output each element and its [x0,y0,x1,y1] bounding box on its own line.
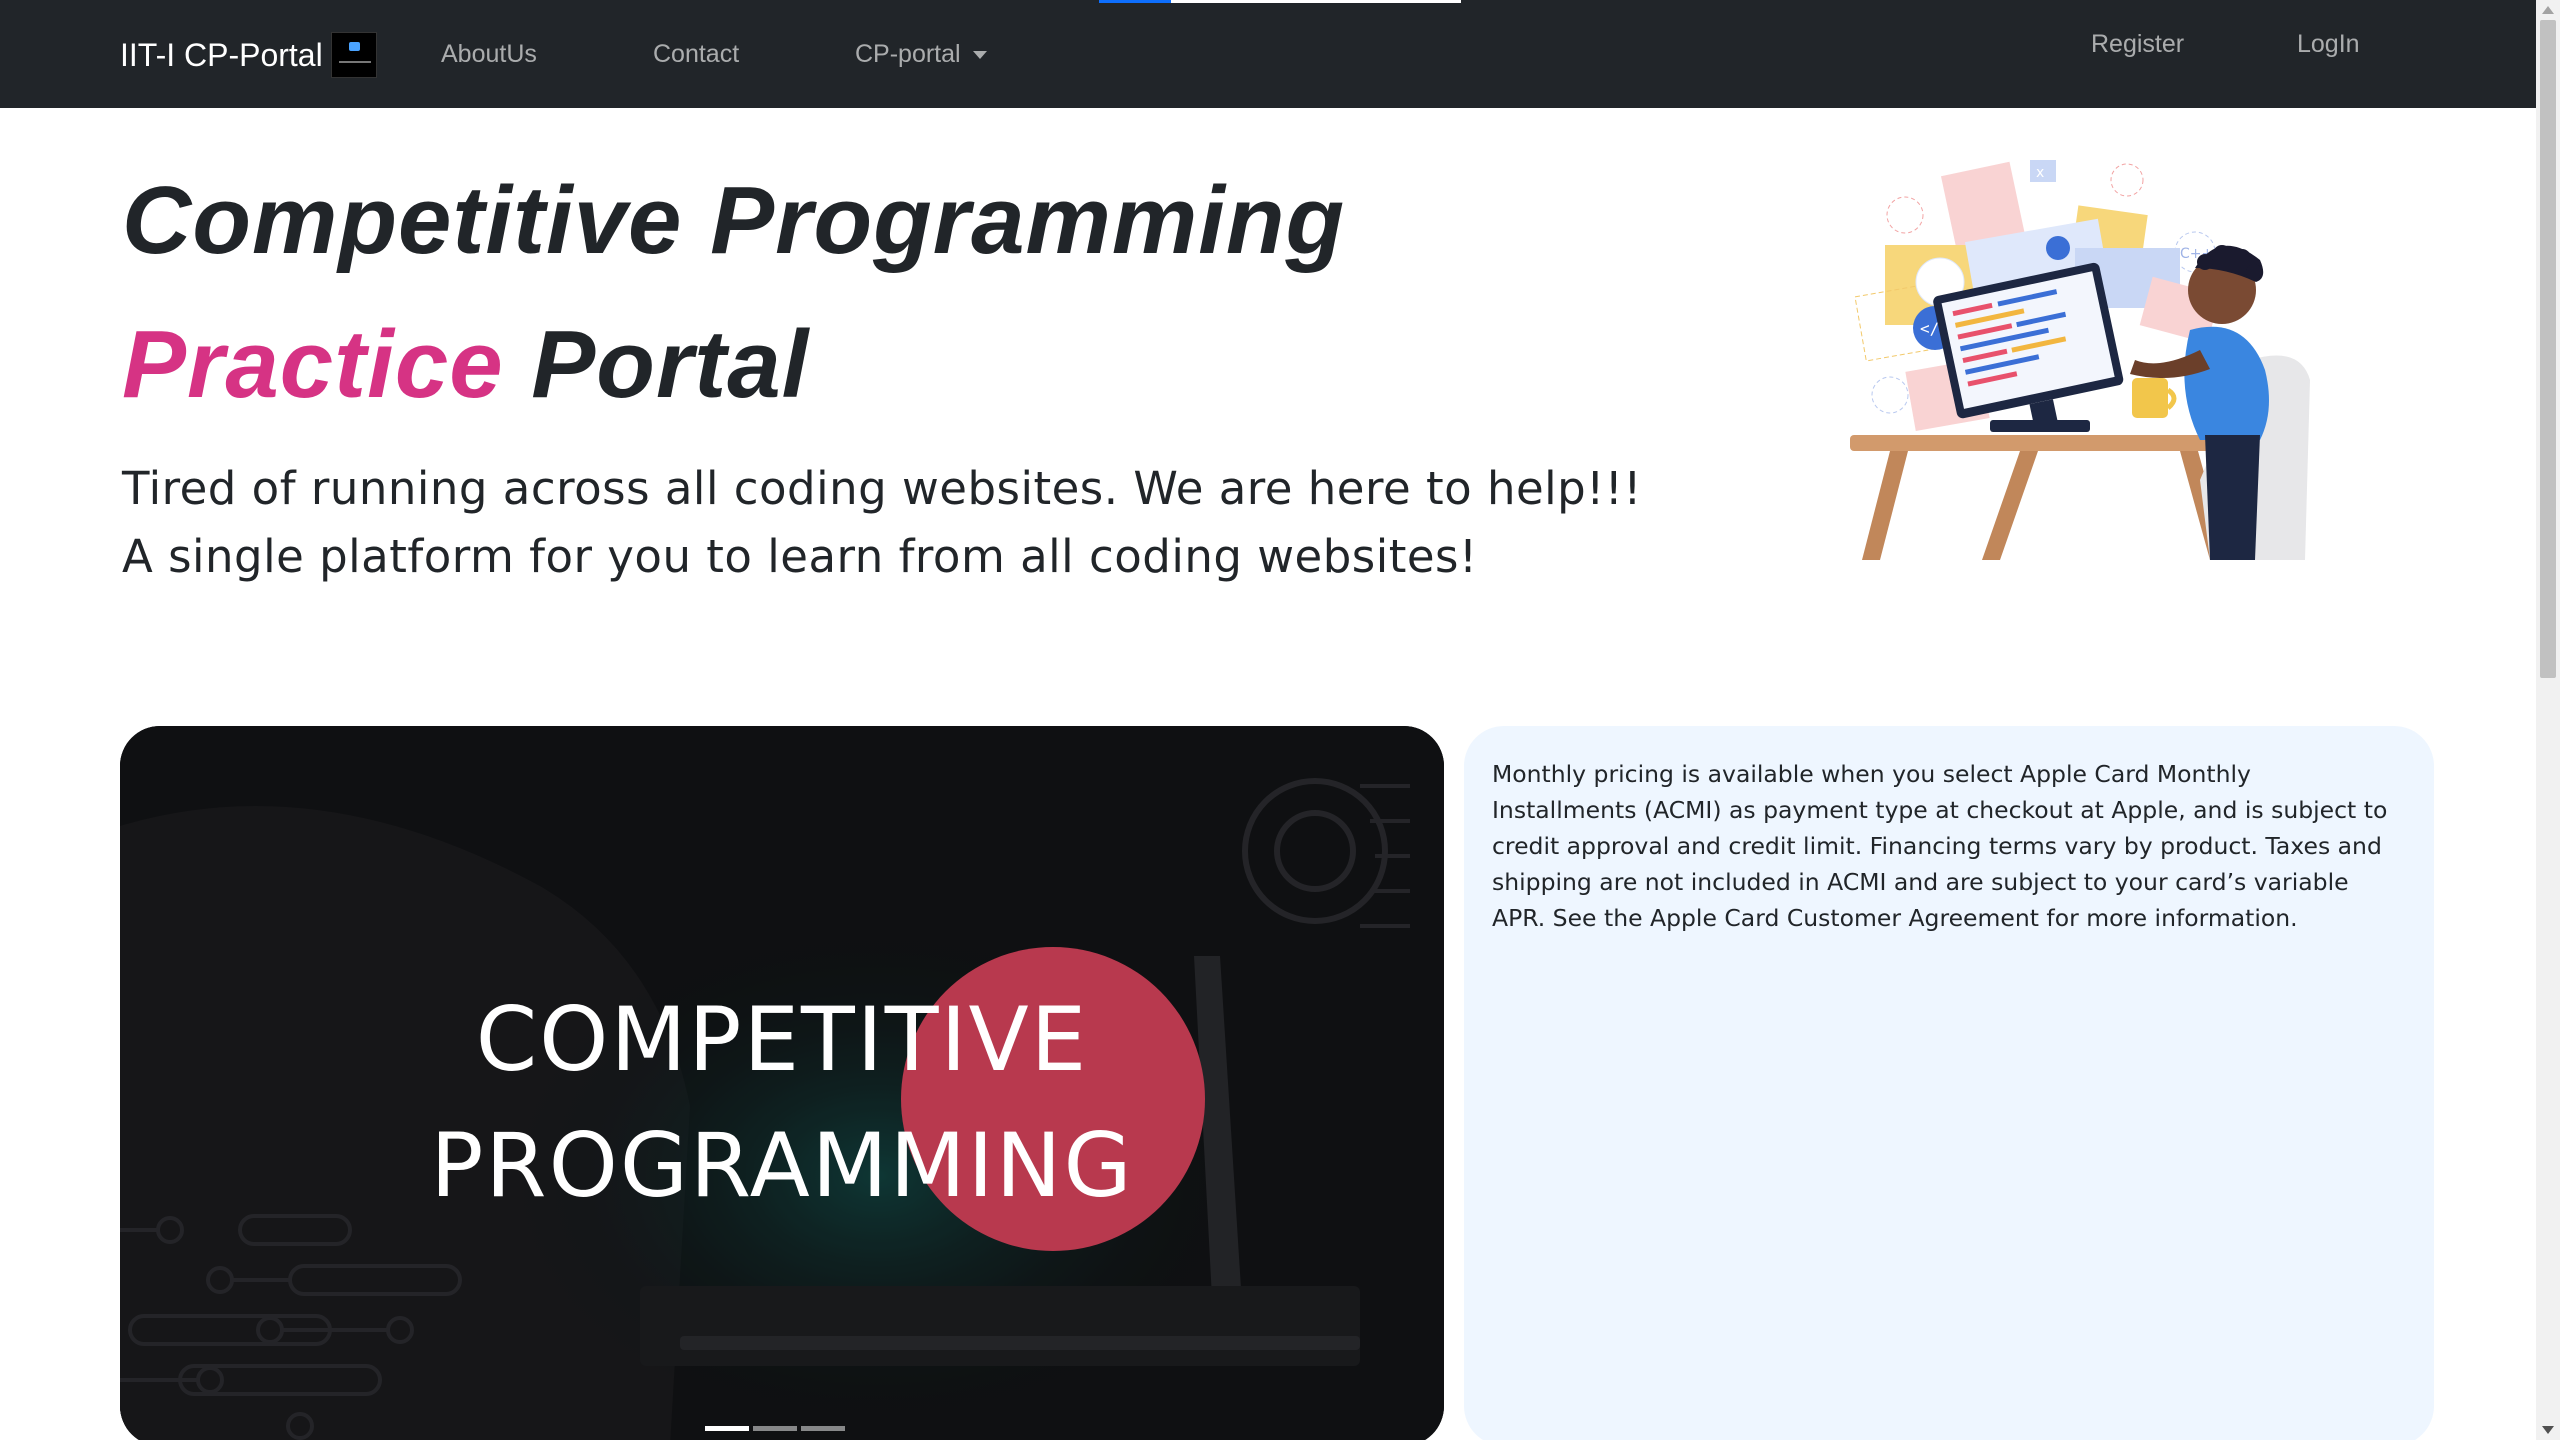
brand-link[interactable]: IIT-I CP-Portal [120,32,377,78]
scrollbar-thumb[interactable] [2540,20,2556,678]
nav-about-link[interactable]: AboutUs [441,40,537,69]
carousel-title-line2: PROGRAMMING [430,1114,1134,1217]
hero-title-line2: Practice Portal [122,310,809,420]
hero-title-line1: Competitive Programming [122,167,1346,274]
info-card: Monthly pricing is available when you se… [1464,726,2434,1440]
page-scrollbar[interactable] [2536,0,2560,1440]
carousel-indicators [705,1426,849,1431]
hero-title-rest: Portal [531,311,810,418]
hero-subtitle-line2: A single platform for you to learn from … [122,530,1478,583]
scroll-up-arrow-icon[interactable] [2542,6,2554,14]
nav-contact-link[interactable]: Contact [653,40,739,69]
hero-title-accent: Practice [122,311,504,418]
navbar: IIT-I CP-Portal AboutUs Contact CP-porta… [0,0,2536,108]
page-load-progress [1099,0,1171,3]
nav-cp-portal-label: CP-portal [855,40,961,68]
hero-subtitle-line1: Tired of running across all coding websi… [122,462,1642,515]
brand-name: IIT-I CP-Portal [120,36,323,73]
svg-text:x: x [2036,165,2044,181]
carousel-title-line1: COMPETITIVE [475,988,1089,1091]
carousel-indicator[interactable] [753,1426,797,1431]
nav-cp-portal-dropdown[interactable]: CP-portal [855,40,987,69]
chevron-down-icon [972,50,987,59]
page-load-progress-track [1171,0,1461,3]
carousel-indicator[interactable] [801,1426,845,1431]
developer-at-desk-illustration: x C++ </> [1850,160,2310,560]
hero-carousel[interactable]: COMPETITIVE PROGRAMMING [120,726,1444,1440]
register-link[interactable]: Register [2091,30,2184,59]
info-card-text: Monthly pricing is available when you se… [1492,760,2388,932]
brand-logo-icon [330,32,377,78]
carousel-indicator[interactable] [705,1426,749,1431]
login-link[interactable]: LogIn [2297,30,2360,59]
scroll-down-arrow-icon[interactable] [2542,1426,2554,1434]
